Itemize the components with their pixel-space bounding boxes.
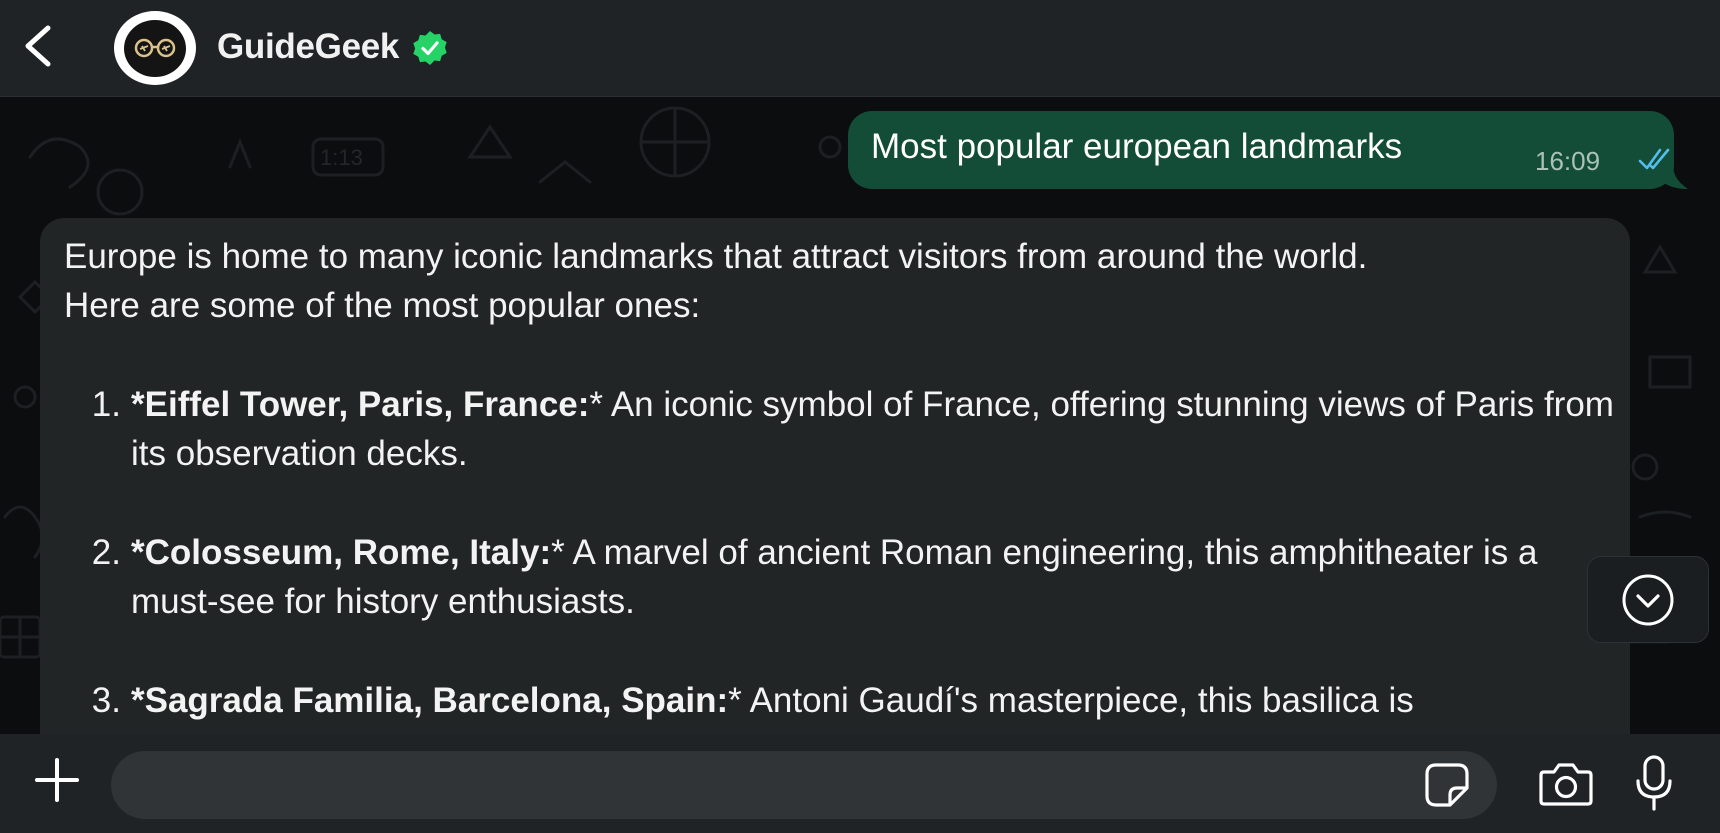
list-item: 1. *Eiffel Tower, Paris, France:* An ico… (64, 380, 1624, 478)
chat-header: GuideGeek (0, 0, 1720, 97)
landmark-title: *Colosseum, Rome, Italy: (131, 533, 552, 572)
svg-text:1:13: 1:13 (320, 145, 363, 170)
list-number: 1. (91, 385, 121, 424)
plus-icon[interactable] (33, 756, 81, 804)
list-number: 3. (91, 681, 121, 720)
message-timestamp: 16:09 (1535, 146, 1601, 176)
list-item: 2. *Colosseum, Rome, Italy:* A marvel of… (64, 528, 1624, 626)
landmark-title: *Sagrada Familia, Barcelona, Spain: (131, 681, 729, 720)
outgoing-message-bubble[interactable]: Most popular european landmarks 16:09 (848, 111, 1674, 189)
message-input[interactable] (111, 751, 1497, 819)
scroll-to-bottom-button[interactable] (1587, 556, 1709, 643)
camera-icon[interactable] (1538, 760, 1594, 808)
landmark-title: *Eiffel Tower, Paris, France: (131, 385, 590, 424)
intro-line: Here are some of the most popular ones: (64, 286, 701, 325)
sticker-icon[interactable] (1424, 762, 1470, 808)
microphone-icon[interactable] (1634, 754, 1674, 812)
bubble-tail (1660, 161, 1688, 189)
incoming-message-text: Europe is home to many iconic landmarks … (64, 232, 1624, 734)
avatar[interactable] (114, 11, 196, 85)
verified-badge-icon (413, 31, 447, 65)
chevron-left-icon[interactable] (16, 22, 62, 70)
chat-area[interactable]: 1:13 Most popular european landmarks 16:… (0, 97, 1720, 734)
chevron-down-circle-icon (1622, 574, 1674, 625)
intro-paragraph: Europe is home to many iconic landmarks … (64, 232, 1624, 330)
incoming-message-bubble[interactable]: Europe is home to many iconic landmarks … (40, 218, 1630, 734)
list-item: 3. *Sagrada Familia, Barcelona, Spain:* … (64, 676, 1624, 725)
contact-name[interactable]: GuideGeek (217, 27, 399, 67)
composer-bar (0, 734, 1720, 833)
landmark-description: * Antoni Gaudí's masterpiece, this basil… (728, 681, 1414, 720)
outgoing-message-text: Most popular european landmarks (871, 127, 1403, 166)
list-number: 2. (91, 533, 121, 572)
guidegeek-logo (124, 19, 186, 77)
intro-line: Europe is home to many iconic landmarks … (64, 237, 1368, 276)
